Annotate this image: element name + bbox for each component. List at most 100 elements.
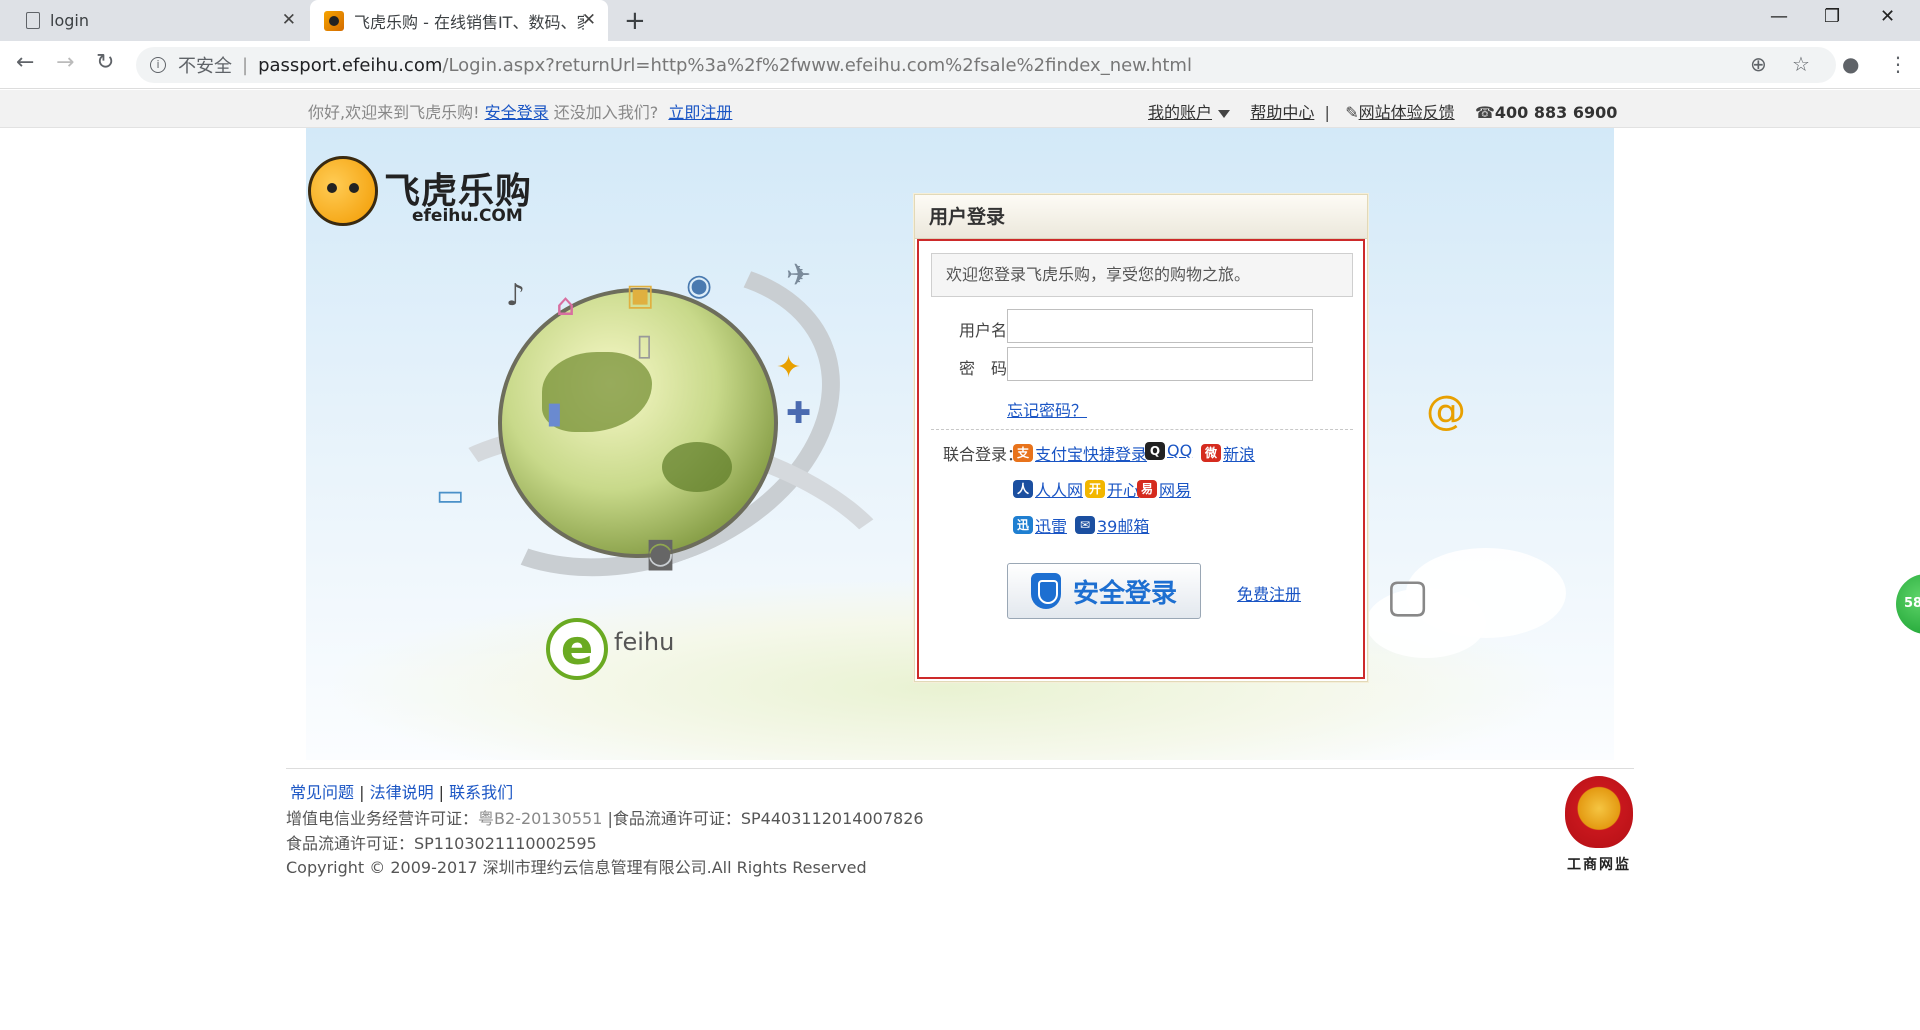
menu-icon[interactable]: ⋮: [1888, 52, 1908, 76]
ipod-icon: ▯: [636, 328, 653, 363]
help-center-link[interactable]: 帮助中心: [1250, 103, 1314, 122]
profile-icon[interactable]: ●: [1842, 52, 1859, 76]
footer-faq-link[interactable]: 常见问题: [290, 783, 354, 802]
renren-icon: 人: [1013, 480, 1033, 498]
monitor-icon: ▭: [436, 478, 465, 513]
email-at-icon: @: [1426, 388, 1466, 434]
page-icon: [26, 12, 40, 29]
url-path: /Login.aspx?returnUrl=http%3a%2f%2fwww.e…: [442, 54, 1192, 76]
secure-login-button[interactable]: 安全登录: [1007, 563, 1201, 619]
footer-copyright: Copyright © 2009-2017 深圳市理约云信息管理有限公司.All…: [286, 858, 867, 877]
house-icon: ⌂: [556, 288, 576, 323]
netease-icon: 易: [1137, 480, 1157, 498]
browser-tab-strip: login ✕ 飞虎乐购 - 在线销售IT、数码、家 ✕ + — ❐ ✕: [0, 0, 1920, 41]
sso-kaixin-link[interactable]: 开 开心: [1085, 477, 1139, 501]
sso-139-link[interactable]: ✉ 39邮箱: [1075, 513, 1149, 537]
sparkle-icon: ✦: [776, 350, 802, 385]
address-bar[interactable]: i 不安全 | passport.efeihu.com/Login.aspx?r…: [136, 47, 1836, 83]
restore-icon[interactable]: ❐: [1824, 6, 1840, 27]
sso-renren-link[interactable]: 人 人人网: [1013, 477, 1083, 501]
site-favicon-icon: [324, 10, 344, 31]
sso-xunlei-link[interactable]: 迅 迅雷: [1013, 513, 1067, 537]
chevron-down-icon[interactable]: [1218, 109, 1231, 118]
forward-icon[interactable]: →: [56, 50, 74, 75]
sso-renren-label: 人人网: [1035, 481, 1084, 500]
minimize-icon[interactable]: —: [1770, 6, 1788, 27]
mail-139-icon: ✉: [1075, 516, 1095, 534]
footer-license-line: 增值电信业务经营许可证：粤B2-20130551 |食品流通许可证：SP4403…: [286, 805, 924, 829]
close-icon[interactable]: ✕: [582, 10, 596, 30]
close-icon[interactable]: ✕: [282, 10, 296, 30]
browser-toolbar: ← → ↻ i 不安全 | passport.efeihu.com/Login.…: [0, 41, 1920, 89]
license1-label: 增值电信业务经营许可证：: [286, 809, 479, 828]
sso-alipay-label: 支付宝快捷登录: [1035, 445, 1148, 464]
floating-chat-bubble[interactable]: 58: [1896, 574, 1920, 634]
gongshang-badge[interactable]: 工商网监: [1562, 776, 1636, 876]
dashed-divider: [931, 429, 1353, 430]
sso-qq-link[interactable]: Q QQ: [1145, 441, 1192, 460]
national-emblem-icon: [1565, 776, 1633, 848]
footer-divider: [286, 768, 1634, 769]
zoom-icon[interactable]: ⊕: [1750, 52, 1767, 76]
window-close-icon[interactable]: ✕: [1880, 6, 1895, 27]
reload-icon[interactable]: ↻: [96, 50, 114, 75]
footer-contact-link[interactable]: 联系我们: [449, 783, 513, 802]
jar-icon: ▣: [626, 278, 655, 313]
phone-icon: ☎: [1474, 103, 1495, 122]
tab-login[interactable]: login ✕: [0, 0, 308, 41]
union-login-label: 联合登录：: [943, 445, 1024, 464]
footer-legal-link[interactable]: 法律说明: [370, 783, 434, 802]
sso-sina-label: 新浪: [1223, 445, 1256, 464]
forgot-password-link[interactable]: 忘记密码？: [1007, 397, 1087, 421]
welcome-text-group: 你好,欢迎来到飞虎乐购! 安全登录 还没加入我们? 立即注册: [308, 99, 732, 123]
info-icon[interactable]: i: [150, 57, 166, 73]
my-account-link[interactable]: 我的账户: [1148, 103, 1212, 122]
gongshang-badge-label: 工商网监: [1567, 857, 1631, 873]
sso-netease-link[interactable]: 易 网易: [1137, 477, 1191, 501]
username-input[interactable]: [1007, 309, 1313, 343]
camera-icon: ◙: [646, 536, 676, 571]
site-top-bar: 你好,欢迎来到飞虎乐购! 安全登录 还没加入我们? 立即注册 我的账户 帮助中心…: [0, 90, 1920, 128]
divider: |: [1324, 103, 1330, 122]
music-note-icon: ♪: [506, 278, 526, 313]
sso-netease-label: 网易: [1159, 481, 1192, 500]
sso-qq-label: QQ: [1167, 441, 1193, 460]
bookmark-star-icon[interactable]: ☆: [1792, 52, 1810, 76]
top-login-link[interactable]: 安全登录: [485, 103, 549, 122]
login-panel: 用户登录 欢迎您登录飞虎乐购，享受您的购物之旅。 用户名： 密 码： 忘记密码？…: [914, 194, 1368, 682]
continent-shape: [662, 442, 732, 492]
site-logo[interactable]: 飞虎乐购 efeihu.COM: [308, 156, 538, 236]
webcam-icon: ◉: [686, 268, 713, 303]
tab-title: 飞虎乐购 - 在线销售IT、数码、家: [354, 12, 584, 32]
login-form: 欢迎您登录飞虎乐购，享受您的购物之旅。 用户名： 密 码： 忘记密码？ 联合登录…: [917, 239, 1365, 679]
back-icon[interactable]: ←: [16, 50, 34, 75]
alipay-icon: 支: [1013, 444, 1033, 462]
password-input[interactable]: [1007, 347, 1313, 381]
hotline-number: 400 883 6900: [1494, 103, 1618, 122]
kaixin-icon: 开: [1085, 480, 1105, 498]
sso-139-label: 39邮箱: [1097, 517, 1150, 536]
top-right-menu: 我的账户 帮助中心 | ✎网站体验反馈 ☎400 883 6900: [1148, 99, 1617, 123]
airplane-icon: ✈: [786, 258, 812, 293]
feedback-link[interactable]: 网站体验反馈: [1359, 103, 1455, 122]
new-tab-icon[interactable]: +: [624, 6, 646, 36]
tv-icon: ▢: [1386, 568, 1430, 622]
sso-kaixin-label: 开心: [1107, 481, 1140, 500]
gamepad-icon: ✚: [786, 396, 812, 431]
secure-login-label: 安全登录: [1072, 578, 1177, 609]
efeihu-badge-icon: e: [546, 618, 608, 680]
weibo-icon: 微: [1201, 444, 1221, 462]
free-register-link[interactable]: 免费注册: [1237, 581, 1301, 605]
top-register-link[interactable]: 立即注册: [668, 103, 732, 122]
tab-efeihu[interactable]: 飞虎乐购 - 在线销售IT、数码、家 ✕: [310, 0, 608, 41]
welcome-text: 你好,欢迎来到飞虎乐购!: [308, 103, 480, 122]
sso-alipay-link[interactable]: 支 支付宝快捷登录: [1013, 441, 1147, 465]
phone-device-icon: ▮: [546, 396, 563, 431]
qq-penguin-icon: Q: [1145, 441, 1165, 460]
logo-en-text: efeihu.COM: [412, 206, 523, 226]
efeihu-badge-text: feihu: [614, 628, 675, 656]
xunlei-icon: 迅: [1013, 516, 1033, 534]
tiger-mascot-icon: [308, 156, 378, 226]
sso-sina-link[interactable]: 微 新浪: [1201, 441, 1255, 465]
footer-links: 常见问题 | 法律说明 | 联系我们: [290, 783, 514, 802]
